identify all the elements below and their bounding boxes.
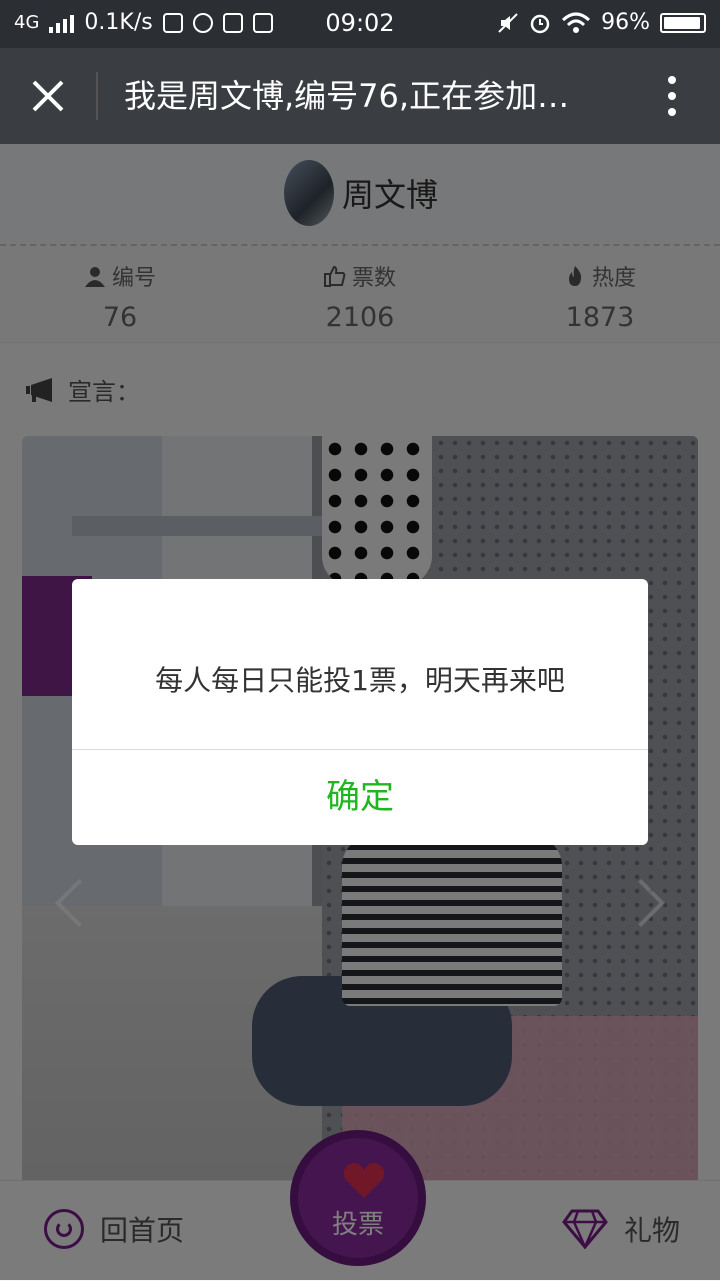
nav-divider [96, 72, 98, 120]
battery-fill [664, 16, 701, 29]
alarm-icon [530, 14, 550, 33]
close-button[interactable] [22, 70, 74, 122]
dialog-message: 每人每日只能投1票，明天再来吧 [155, 664, 565, 697]
wifi-icon [562, 12, 591, 33]
page-title: 我是周文博,编号76,正在参加… [124, 77, 570, 115]
more-vertical-icon [668, 76, 676, 116]
more-button[interactable] [650, 74, 694, 118]
mute-icon [498, 12, 518, 33]
close-icon [32, 80, 64, 112]
nav-bar: 我是周文博,编号76,正在参加… [0, 48, 720, 144]
status-right: 96% [497, 10, 706, 35]
alert-dialog: 每人每日只能投1票，明天再来吧 确定 [72, 579, 648, 845]
battery-icon [660, 12, 706, 33]
status-bar: 4G 0.1K/s 09:02 96% [0, 0, 720, 48]
confirm-button[interactable]: 确定 [72, 750, 648, 845]
battery-percent: 96% [601, 10, 650, 35]
